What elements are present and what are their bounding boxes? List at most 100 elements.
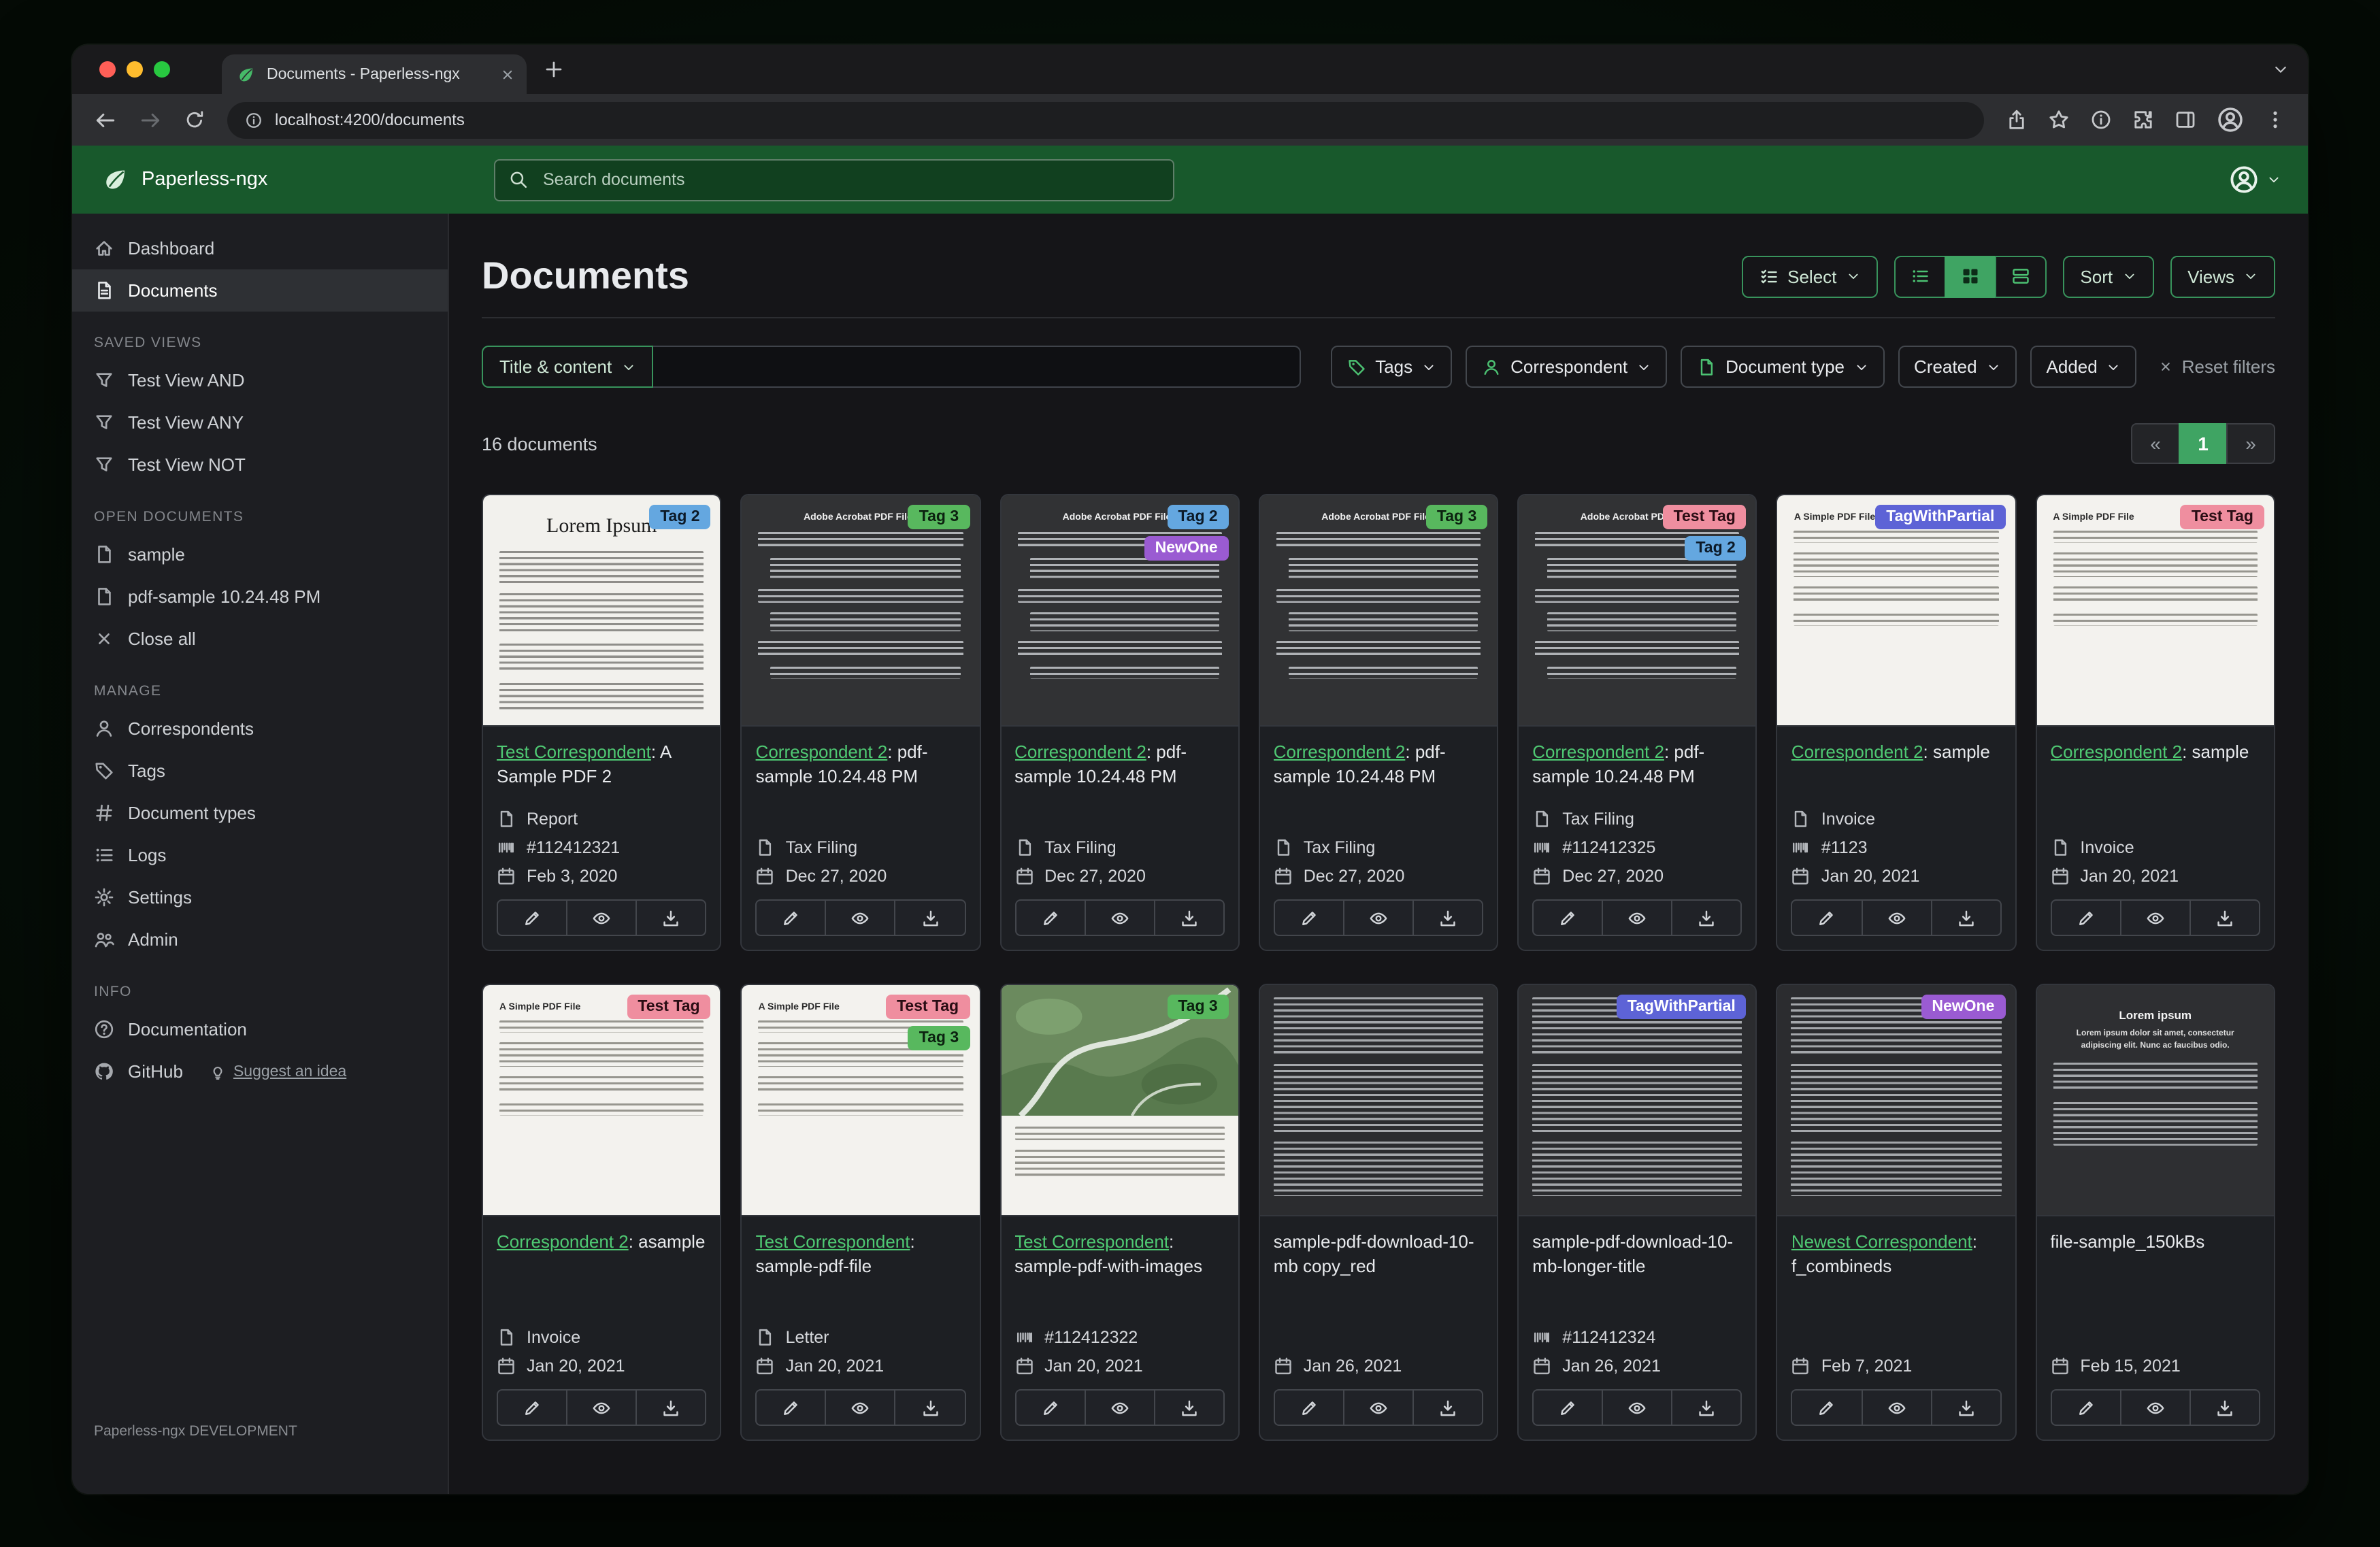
tag-badge[interactable]: Test Tag xyxy=(2180,505,2264,529)
document-edit-button[interactable] xyxy=(2050,899,2121,936)
pagination-next-button[interactable]: » xyxy=(2226,423,2275,464)
browser-tab[interactable]: Documents - Paperless-ngx xyxy=(222,54,527,94)
sidebar-item-close-all[interactable]: Close all xyxy=(72,618,448,660)
view-list-button[interactable] xyxy=(1894,255,1946,297)
document-preview-button[interactable] xyxy=(566,899,638,936)
zoom-window-button[interactable] xyxy=(154,61,170,78)
document-edit-button[interactable] xyxy=(755,1389,827,1426)
document-title[interactable]: Newest Correspondent: f_combineds xyxy=(1791,1230,2002,1278)
document-title[interactable]: Correspondent 2: pdf-sample 10.24.48 PM xyxy=(1274,740,1484,788)
sidebar-item-document-types[interactable]: Document types xyxy=(72,792,448,834)
document-download-button[interactable] xyxy=(894,1389,966,1426)
document-edit-button[interactable] xyxy=(1532,1389,1604,1426)
document-preview-button[interactable] xyxy=(1342,1389,1415,1426)
tag-badge[interactable]: Tag 2 xyxy=(1167,505,1229,529)
select-button[interactable]: Select xyxy=(1741,255,1878,297)
sidebar-item-tags[interactable]: Tags xyxy=(72,750,448,792)
document-correspondent-link[interactable]: Correspondent 2 xyxy=(1014,742,1146,762)
forward-button[interactable] xyxy=(139,108,162,131)
reset-filters-button[interactable]: Reset filters xyxy=(2159,356,2275,377)
browser-profile-button[interactable] xyxy=(2217,106,2244,133)
document-thumbnail[interactable]: TagWithPartial xyxy=(1519,985,1756,1216)
reload-button[interactable] xyxy=(184,109,205,131)
tag-badge[interactable]: TagWithPartial xyxy=(1875,505,2006,529)
document-download-button[interactable] xyxy=(1153,1389,1225,1426)
document-title[interactable]: Test Correspondent: sample-pdf-file xyxy=(756,1230,966,1278)
document-thumbnail[interactable]: Lorem Ipsum Tag 2 xyxy=(483,495,721,727)
document-correspondent-link[interactable]: Correspondent 2 xyxy=(497,1231,629,1252)
view-details-button[interactable] xyxy=(1994,255,2047,297)
sidebar-item-github[interactable]: GitHub Suggest an idea xyxy=(72,1050,448,1093)
sidebar-item-test-view-any[interactable]: Test View ANY xyxy=(72,401,448,444)
document-title[interactable]: Correspondent 2: pdf-sample 10.24.48 PM xyxy=(756,740,966,788)
sidebar-item-dashboard[interactable]: Dashboard xyxy=(72,227,448,269)
share-button[interactable] xyxy=(2006,109,2028,131)
back-button[interactable] xyxy=(94,108,117,131)
document-preview-button[interactable] xyxy=(1861,1389,1932,1426)
tag-badge[interactable]: Tag 2 xyxy=(1685,536,1747,561)
document-download-button[interactable] xyxy=(2189,1389,2260,1426)
filter-created-button[interactable]: Created xyxy=(1898,346,2017,388)
tag-badge[interactable]: Tag 2 xyxy=(649,505,711,529)
document-thumbnail[interactable] xyxy=(1259,985,1498,1216)
document-title[interactable]: Correspondent 2: sample xyxy=(2050,740,2260,764)
search-input[interactable] xyxy=(540,169,1159,190)
document-edit-button[interactable] xyxy=(497,899,568,936)
document-edit-button[interactable] xyxy=(1273,1389,1344,1426)
sidebar-item-test-view-not[interactable]: Test View NOT xyxy=(72,444,448,486)
document-edit-button[interactable] xyxy=(1273,899,1344,936)
sidebar-item-documents[interactable]: Documents xyxy=(72,269,448,312)
document-title[interactable]: Correspondent 2: pdf-sample 10.24.48 PM xyxy=(1014,740,1225,788)
app-brand[interactable]: Paperless-ngx xyxy=(72,166,449,193)
document-thumbnail[interactable]: Adobe Acrobat PDF Files Tag 3 xyxy=(742,495,980,727)
filter-title-input[interactable] xyxy=(652,346,1301,388)
document-title[interactable]: Correspondent 2: asample xyxy=(497,1230,707,1254)
document-download-button[interactable] xyxy=(1153,899,1225,936)
document-thumbnail[interactable]: NewOne xyxy=(1777,985,2015,1216)
browser-menu-button[interactable] xyxy=(2264,109,2286,131)
document-download-button[interactable] xyxy=(2189,899,2260,936)
sidebar-item-sample[interactable]: sample xyxy=(72,533,448,576)
user-menu[interactable] xyxy=(2229,165,2281,195)
tab-close-icon[interactable] xyxy=(499,66,516,82)
tag-badge[interactable]: Tag 3 xyxy=(1425,505,1488,529)
filter-document-type-button[interactable]: Document type xyxy=(1681,346,1885,388)
document-preview-button[interactable] xyxy=(2119,1389,2191,1426)
sort-button[interactable]: Sort xyxy=(2062,255,2154,297)
sidebar-item-suggest-an-idea[interactable]: Suggest an idea xyxy=(210,1063,346,1080)
filter-added-button[interactable]: Added xyxy=(2030,346,2137,388)
global-search[interactable] xyxy=(494,159,1174,201)
document-thumbnail[interactable]: A Simple PDF File TagWithPartial xyxy=(1777,495,2015,727)
document-preview-button[interactable] xyxy=(1602,1389,1673,1426)
document-edit-button[interactable] xyxy=(755,899,827,936)
document-thumbnail[interactable]: Lorem ipsum Lorem ipsum dolor sit amet, c… xyxy=(2036,985,2274,1216)
tag-badge[interactable]: Test Tag xyxy=(1662,505,1747,529)
sidebar-item-pdf-sample-10-24-48-pm[interactable]: pdf-sample 10.24.48 PM xyxy=(72,576,448,618)
document-thumbnail[interactable]: Adobe Acrobat PDF Files Tag 3 xyxy=(1259,495,1498,727)
filter-field-button[interactable]: Title & content xyxy=(482,346,653,388)
document-correspondent-link[interactable]: Correspondent 2 xyxy=(756,742,888,762)
document-download-button[interactable] xyxy=(1671,899,1742,936)
bookmark-button[interactable] xyxy=(2048,109,2070,131)
sidebar-item-settings[interactable]: Settings xyxy=(72,876,448,918)
sidebar-item-admin[interactable]: Admin xyxy=(72,918,448,961)
document-correspondent-link[interactable]: Correspondent 2 xyxy=(1791,742,1923,762)
document-edit-button[interactable] xyxy=(1014,1389,1086,1426)
document-correspondent-link[interactable]: Correspondent 2 xyxy=(2050,742,2182,762)
document-title[interactable]: file-sample_150kBs xyxy=(2050,1230,2260,1254)
side-panel-button[interactable] xyxy=(2175,109,2196,131)
extensions-button[interactable] xyxy=(2132,109,2154,131)
document-download-button[interactable] xyxy=(894,899,966,936)
document-download-button[interactable] xyxy=(1930,899,2002,936)
sidebar-item-documentation[interactable]: Documentation xyxy=(72,1008,448,1050)
document-correspondent-link[interactable]: Correspondent 2 xyxy=(1532,742,1664,762)
document-preview-button[interactable] xyxy=(1084,1389,1155,1426)
document-edit-button[interactable] xyxy=(1014,899,1086,936)
document-title[interactable]: Test Correspondent: sample-pdf-with-imag… xyxy=(1014,1230,1225,1278)
document-preview-button[interactable] xyxy=(566,1389,638,1426)
tag-badge[interactable]: Test Tag xyxy=(885,995,970,1019)
document-preview-button[interactable] xyxy=(825,899,896,936)
document-title[interactable]: Correspondent 2: sample xyxy=(1791,740,2002,764)
filter-tags-button[interactable]: Tags xyxy=(1330,346,1453,388)
document-download-button[interactable] xyxy=(1412,899,1484,936)
